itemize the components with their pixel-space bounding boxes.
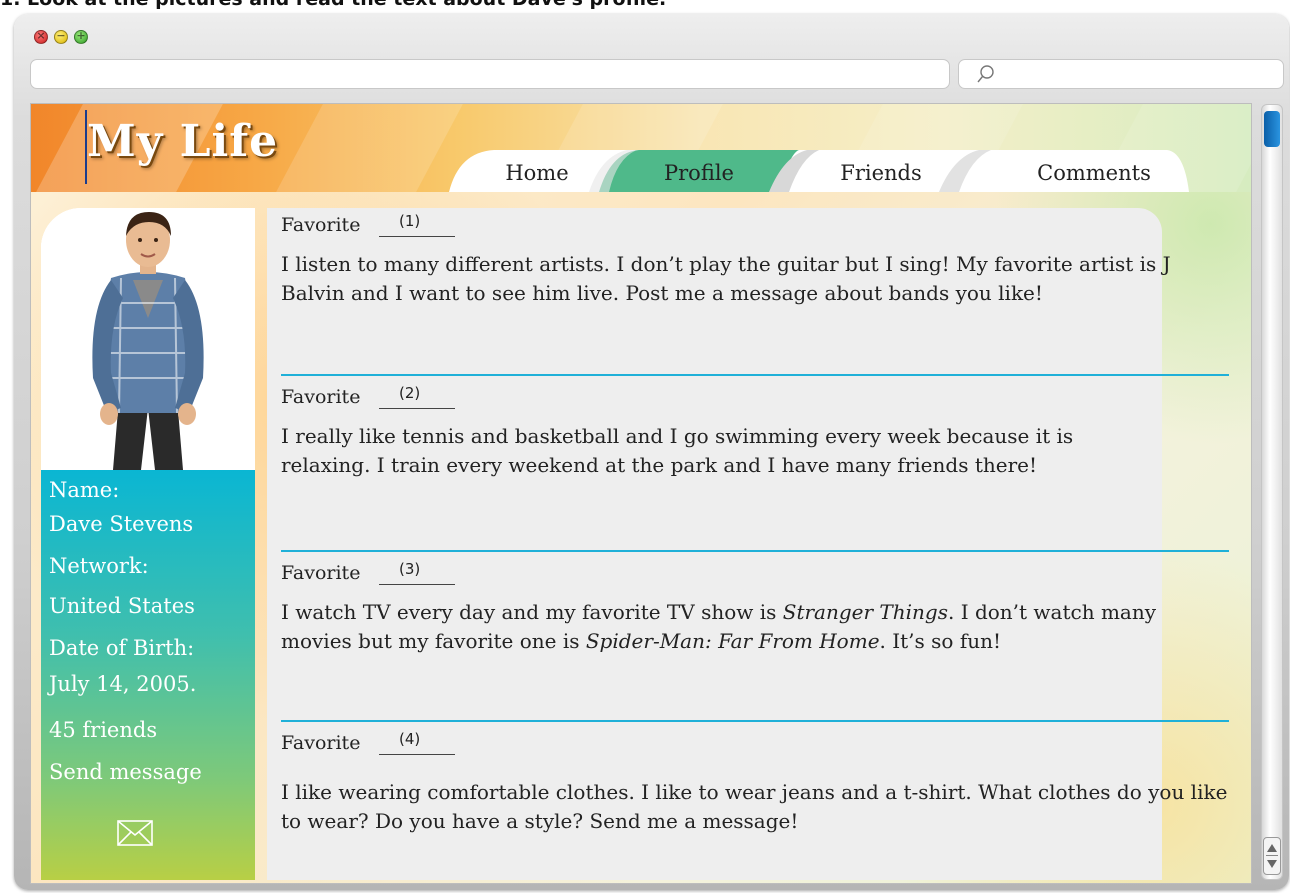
favorite-section-2: Favorite (2) I really like tennis and ba… — [281, 384, 1231, 480]
section-divider — [281, 374, 1229, 376]
mail-icon[interactable] — [117, 820, 153, 846]
favorite-text: I listen to many different artists. I do… — [281, 252, 1171, 305]
window-minimize-icon[interactable]: − — [54, 29, 68, 44]
site-title: My Life — [87, 116, 279, 167]
scroll-thumb[interactable] — [1264, 111, 1280, 147]
section-divider — [281, 720, 1229, 722]
tv-show-title: Stranger Things — [782, 600, 948, 624]
window-maximize-icon[interactable]: + — [74, 29, 88, 44]
movie-title: Spider-Man: Far From Home — [585, 629, 880, 653]
text-run: I watch TV every day and my favorite TV … — [281, 600, 783, 624]
answer-blank — [379, 408, 455, 409]
favorite-label: Favorite (1) — [281, 212, 1231, 244]
profile-sidebar: Name: Dave Stevens Network: United State… — [41, 208, 255, 880]
name-label: Name: — [49, 478, 120, 502]
profile-photo — [41, 208, 255, 470]
text-run: . It’s so fun! — [879, 629, 1002, 653]
tab-friends[interactable]: Friends — [821, 156, 941, 190]
answer-blank — [379, 754, 455, 755]
dob-value: July 14, 2005. — [49, 672, 197, 696]
vertical-scrollbar[interactable] — [1261, 104, 1283, 880]
favorite-word: Favorite — [281, 562, 361, 584]
favorite-label: Favorite (4) — [281, 730, 1231, 762]
exercise-instruction: 1. Look at the pictures and read the tex… — [0, 0, 666, 10]
send-message-link[interactable]: Send message — [49, 760, 202, 784]
address-bar[interactable] — [30, 59, 950, 89]
favorite-section-1: Favorite (1) I listen to many different … — [281, 212, 1231, 308]
profile-photo-illustration — [41, 208, 255, 470]
blank-number: (4) — [399, 730, 421, 748]
network-value: United States — [49, 594, 195, 618]
site-banner: My Life Home Profile Friends Comments — [31, 104, 1251, 192]
friends-link[interactable]: 45 friends — [49, 718, 157, 742]
window-close-icon[interactable]: × — [34, 29, 48, 44]
favorite-word: Favorite — [281, 386, 361, 408]
answer-blank — [379, 584, 455, 585]
scroll-arrow-divider — [1266, 855, 1278, 856]
profile-info: Name: Dave Stevens Network: United State… — [41, 470, 255, 880]
section-divider — [281, 550, 1229, 552]
favorite-section-4: Favorite (4) I like wearing comfortable … — [281, 730, 1231, 836]
page-viewport: My Life Home Profile Friends Comments Na… — [30, 103, 1252, 884]
dob-label: Date of Birth: — [49, 636, 195, 660]
favorite-section-3: Favorite (3) I watch TV every day and my… — [281, 560, 1231, 656]
scroll-down-arrow-icon[interactable] — [1267, 860, 1277, 868]
browser-search-input[interactable] — [958, 59, 1284, 89]
favorite-text: I watch TV every day and my favorite TV … — [281, 598, 1211, 656]
tab-home[interactable]: Home — [487, 156, 587, 190]
favorite-word: Favorite — [281, 214, 361, 236]
blank-number: (2) — [399, 384, 421, 402]
tab-profile[interactable]: Profile — [639, 156, 759, 190]
network-label: Network: — [49, 554, 149, 578]
favorite-text: I like wearing comfortable clothes. I li… — [281, 780, 1228, 833]
answer-blank — [379, 236, 455, 237]
scroll-up-arrow-icon[interactable] — [1267, 844, 1277, 852]
favorite-text: I really like tennis and basketball and … — [281, 424, 1074, 477]
search-icon[interactable] — [975, 63, 997, 85]
favorite-label: Favorite (3) — [281, 560, 1231, 592]
tab-comments[interactable]: Comments — [1019, 156, 1169, 190]
profile-name: Dave Stevens — [49, 512, 194, 536]
blank-number: (3) — [399, 560, 421, 578]
nav-bar: Home Profile Friends Comments — [439, 146, 1189, 192]
scroll-arrows[interactable] — [1263, 837, 1281, 875]
blank-number: (1) — [399, 212, 421, 230]
favorite-word: Favorite — [281, 732, 361, 754]
favorite-label: Favorite (2) — [281, 384, 1231, 416]
